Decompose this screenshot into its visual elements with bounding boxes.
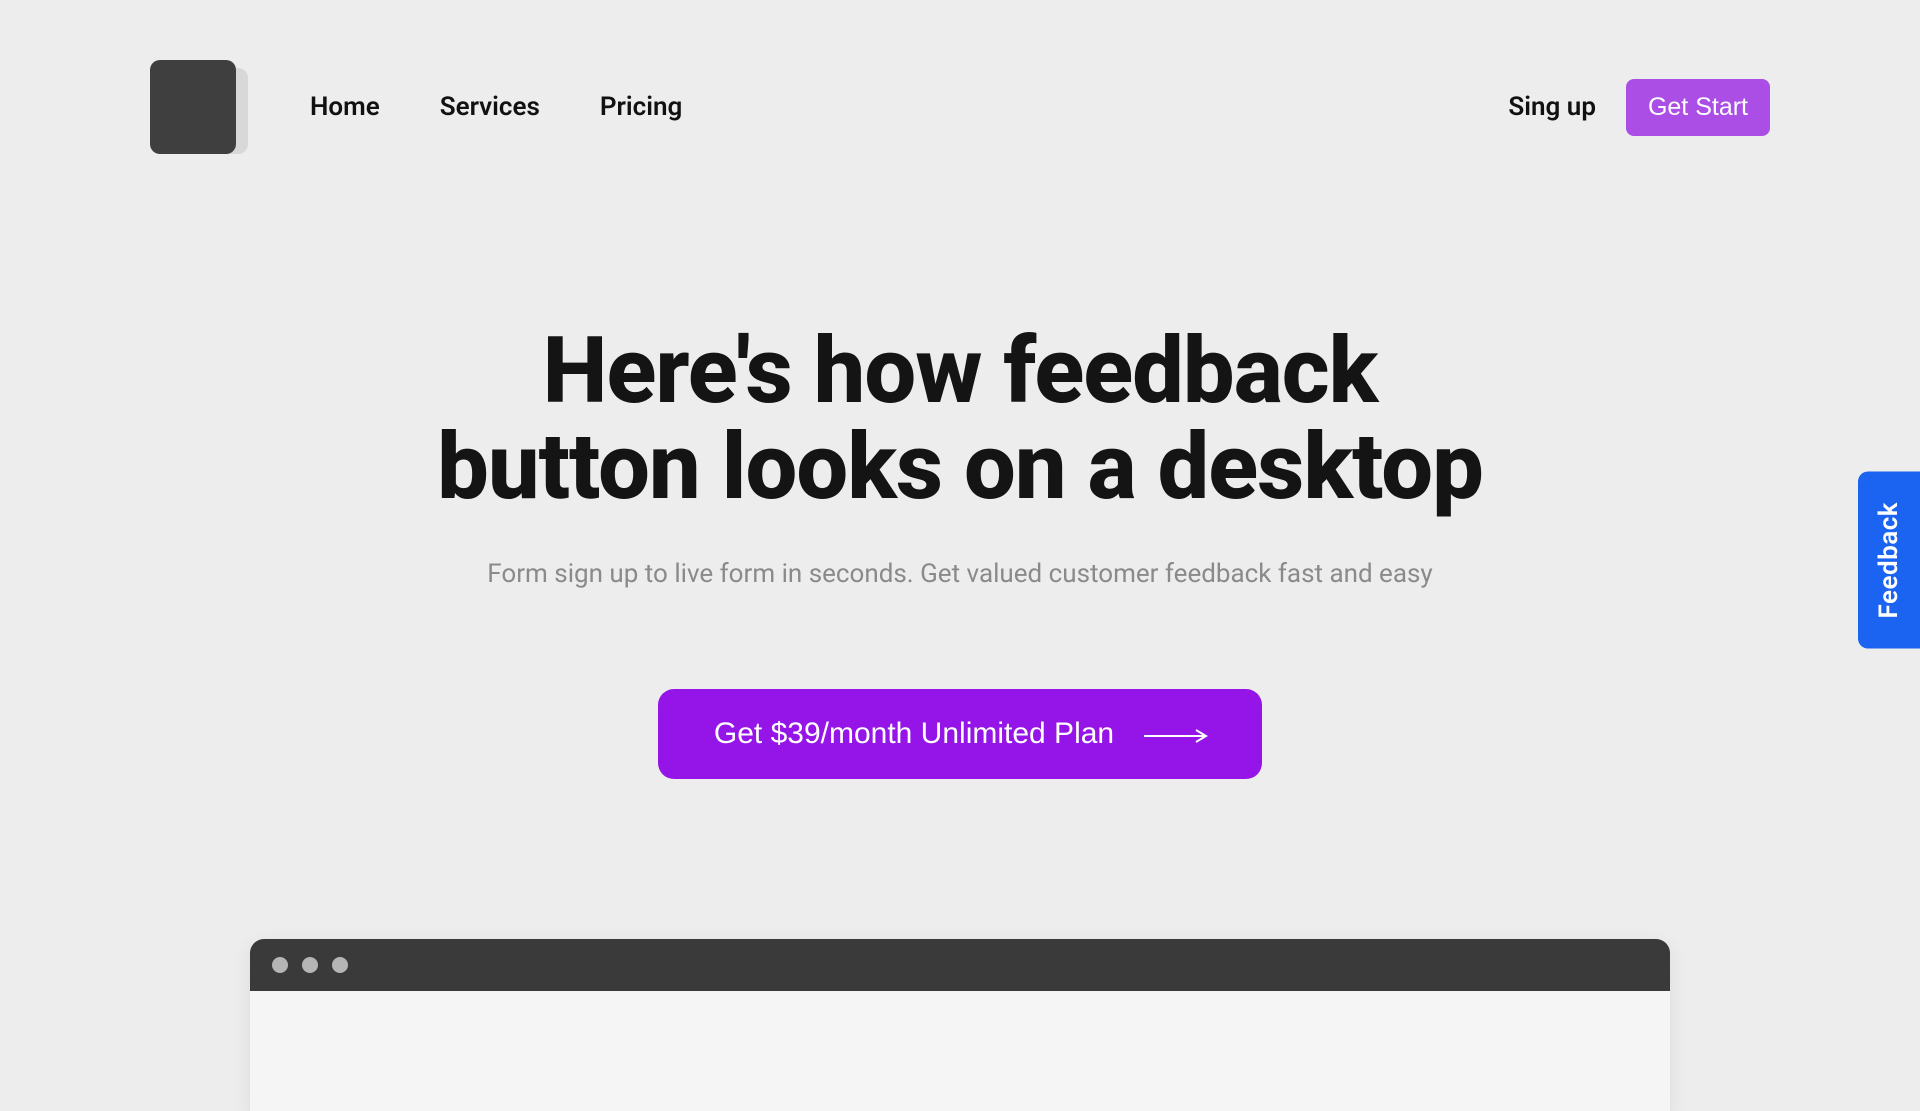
traffic-light-zoom-icon [332,957,348,973]
hero-subtitle: Form sign up to live form in seconds. Ge… [150,559,1770,589]
traffic-light-minimize-icon [302,957,318,973]
browser-mockup [250,939,1670,1111]
browser-titlebar [250,939,1670,991]
hero-title-line1: Here's how feedback [543,318,1378,425]
nav-pricing[interactable]: Pricing [600,92,682,122]
feedback-tab-button[interactable]: Feedback [1858,472,1920,649]
cta-button[interactable]: Get $39/month Unlimited Plan [658,689,1262,779]
logo[interactable] [150,60,250,154]
get-start-button[interactable]: Get Start [1626,79,1770,136]
header-actions: Sing up Get Start [1508,79,1770,136]
hero-title-line2: button looks on a desktop [437,414,1483,521]
main-nav: Home Services Pricing [310,92,1508,122]
cta-label: Get $39/month Unlimited Plan [714,717,1114,751]
nav-home[interactable]: Home [310,92,380,122]
logo-block [150,60,236,154]
signup-link[interactable]: Sing up [1508,92,1596,122]
site-header: Home Services Pricing Sing up Get Start [150,0,1770,174]
nav-services[interactable]: Services [440,92,540,122]
hero-title: Here's how feedback button looks on a de… [150,324,1770,515]
traffic-light-close-icon [272,957,288,973]
hero-section: Here's how feedback button looks on a de… [150,324,1770,779]
arrow-right-icon [1144,729,1206,739]
browser-body [250,991,1670,1111]
